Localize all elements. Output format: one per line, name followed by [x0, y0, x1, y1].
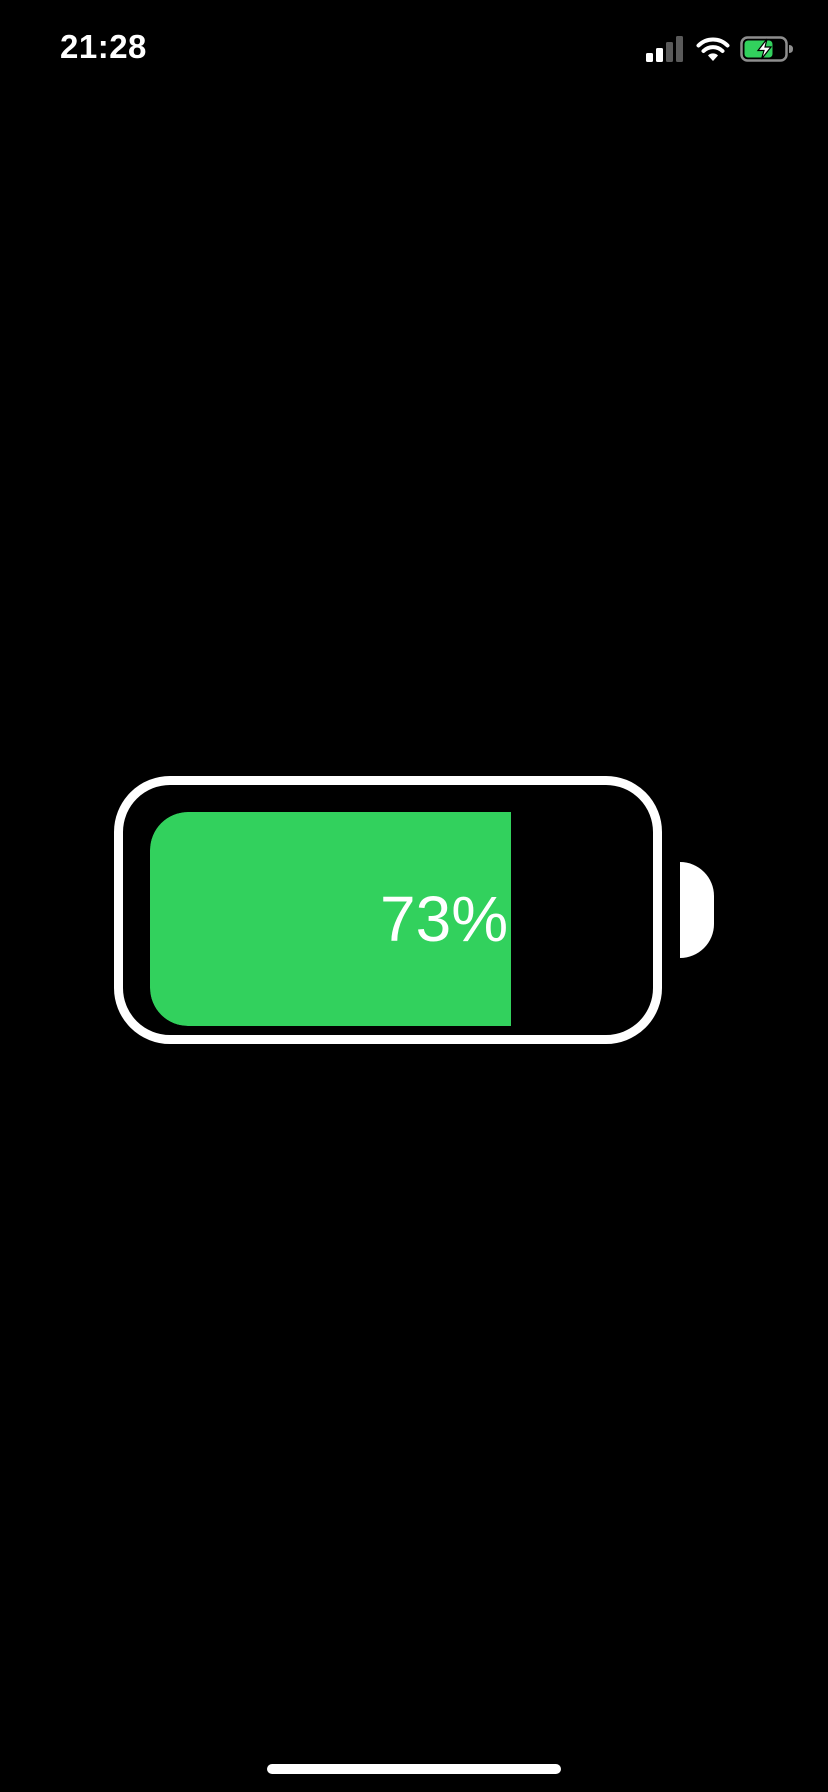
- battery-cap: [680, 862, 714, 958]
- battery-body: 73%: [114, 776, 662, 1044]
- battery-fill-track: 73%: [150, 812, 644, 1026]
- battery-percent: 73%: [380, 883, 509, 955]
- status-time: 21:28: [60, 28, 147, 65]
- home-indicator[interactable]: [267, 1764, 561, 1774]
- status-bar: 21:28: [0, 0, 828, 100]
- status-icons: [646, 34, 794, 64]
- battery-indicator: 73%: [114, 776, 714, 1044]
- battery-charging-icon: [740, 36, 794, 62]
- cellular-signal-icon: [646, 36, 686, 62]
- charging-screen: 21:28 73%: [0, 0, 828, 1792]
- wifi-icon: [696, 36, 730, 62]
